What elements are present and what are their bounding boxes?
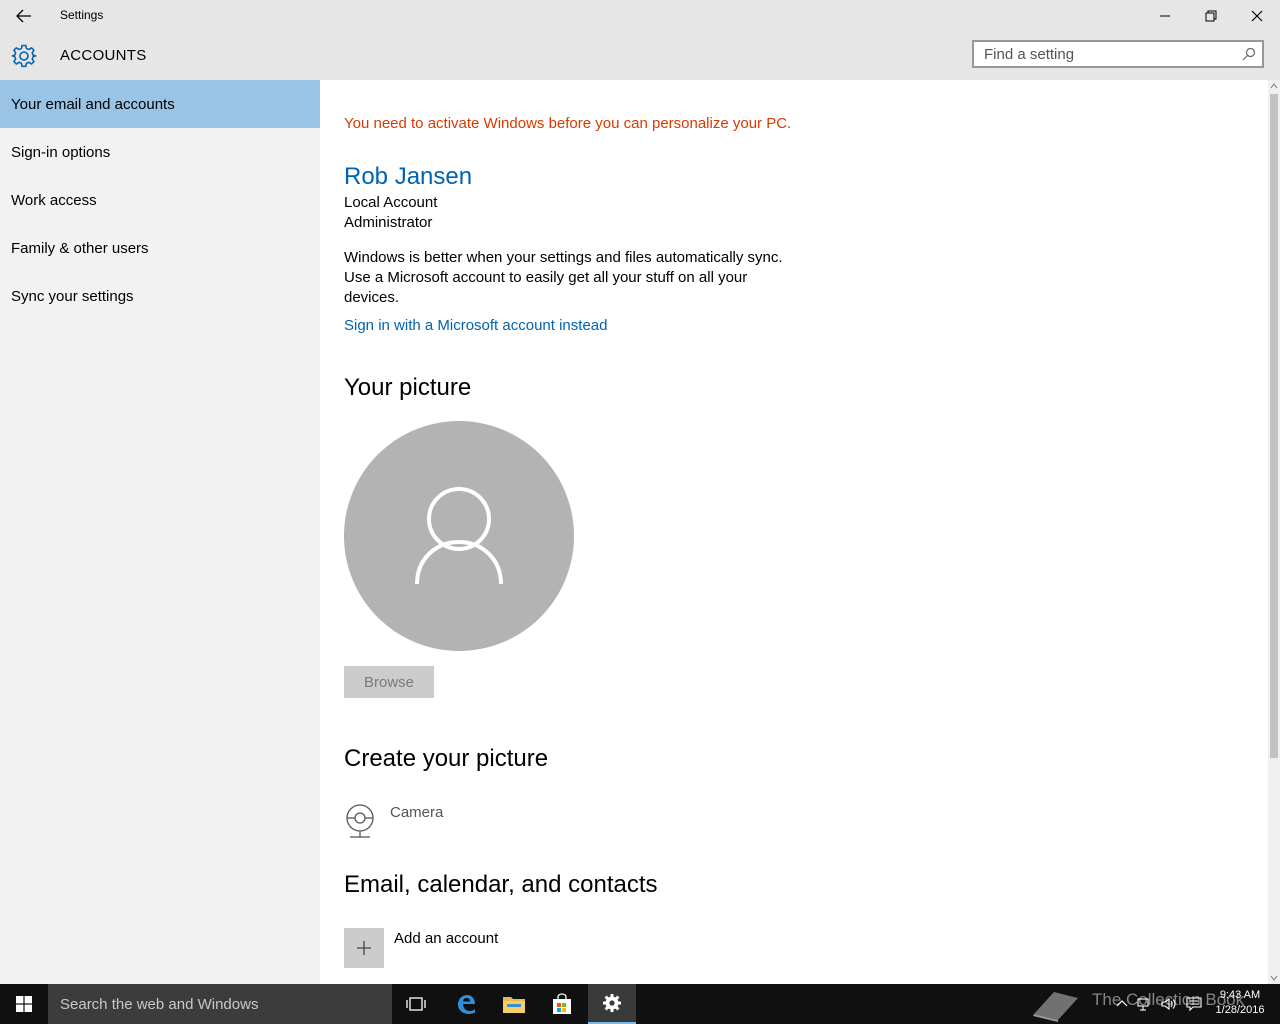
create-picture-heading: Create your picture [344,745,549,772]
edge-app[interactable] [442,984,490,1024]
taskbar-search[interactable]: Search the web and Windows [48,984,392,1024]
sync-message: Windows is better when your settings and… [344,249,783,306]
close-button[interactable] [1234,0,1280,32]
scroll-up-icon[interactable] [1270,82,1278,90]
sidebar-item-sign-in-options[interactable]: Sign-in options [0,128,320,176]
sidebar-item-sync-settings[interactable]: Sync your settings [0,272,320,320]
page-title: ACCOUNTS [60,47,147,64]
network-icon[interactable] [1136,996,1152,1012]
gear-icon [11,44,37,68]
windows-logo-icon [16,996,32,1012]
camera-option[interactable] [344,802,376,845]
close-icon [1251,10,1263,22]
avatar [344,421,574,651]
volume-icon[interactable] [1160,996,1176,1012]
settings-gear-icon [603,994,621,1012]
book-watermark-icon [1033,992,1078,1022]
plus-icon [357,941,371,955]
clock-time: 9:43 AM [1219,989,1261,1001]
edge-browser-icon [458,995,475,1014]
sidebar-item-work-access[interactable]: Work access [0,176,320,224]
task-view-icon [406,997,426,1011]
sidebar-item-email-accounts[interactable]: Your email and accounts [0,80,320,128]
back-button[interactable] [0,0,48,32]
task-view-button[interactable] [392,984,440,1024]
window-title: Settings [60,8,104,22]
browse-button[interactable]: Browse [344,666,434,698]
taskbar-clock[interactable]: 9:43 AM 1/28/2016 [1210,988,1270,1018]
your-picture-heading: Your picture [344,374,472,401]
taskbar: Search the web and Windows The Collectio… [0,984,1280,1024]
account-role: Administrator [344,214,433,231]
minimize-button[interactable] [1142,0,1188,32]
add-account-label[interactable]: Add an account [394,930,498,947]
settings-header: ACCOUNTS [0,32,1280,80]
restore-button[interactable] [1188,0,1234,32]
chevron-up-icon[interactable] [1114,996,1130,1012]
clock-date: 1/28/2016 [1215,1004,1265,1016]
camera-label[interactable]: Camera [390,804,443,821]
store-bag-icon [553,993,571,1014]
folder-icon [503,997,525,1013]
camera-icon [346,804,374,838]
search-icon[interactable] [1242,47,1256,61]
minimize-icon [1160,15,1170,17]
restore-icon [1205,10,1217,22]
search-input[interactable] [974,42,1254,66]
email-calendar-contacts-heading: Email, calendar, and contacts [344,871,658,898]
settings-app[interactable] [588,984,636,1024]
add-account-button[interactable] [344,928,384,968]
store-app[interactable] [538,984,586,1024]
vertical-scrollbar[interactable] [1268,80,1280,984]
account-type: Local Account [344,194,438,211]
person-icon [415,487,503,585]
scroll-thumb[interactable] [1270,94,1278,758]
main-content: You need to activate Windows before you … [320,80,1268,984]
user-name: Rob Jansen [344,163,473,190]
file-explorer-app[interactable] [490,984,538,1024]
scroll-down-icon[interactable] [1270,974,1278,982]
microsoft-sign-in-link[interactable]: Sign in with a Microsoft account instead [344,317,607,334]
sidebar: Your email and accounts Sign-in options … [0,80,320,984]
activation-warning: You need to activate Windows before you … [344,115,792,132]
title-bar: Settings [0,0,1280,32]
action-center-icon[interactable] [1186,996,1202,1012]
sidebar-item-family-users[interactable]: Family & other users [0,224,320,272]
search-box[interactable] [972,40,1264,68]
start-button[interactable] [0,984,48,1024]
back-arrow-icon [16,9,31,23]
